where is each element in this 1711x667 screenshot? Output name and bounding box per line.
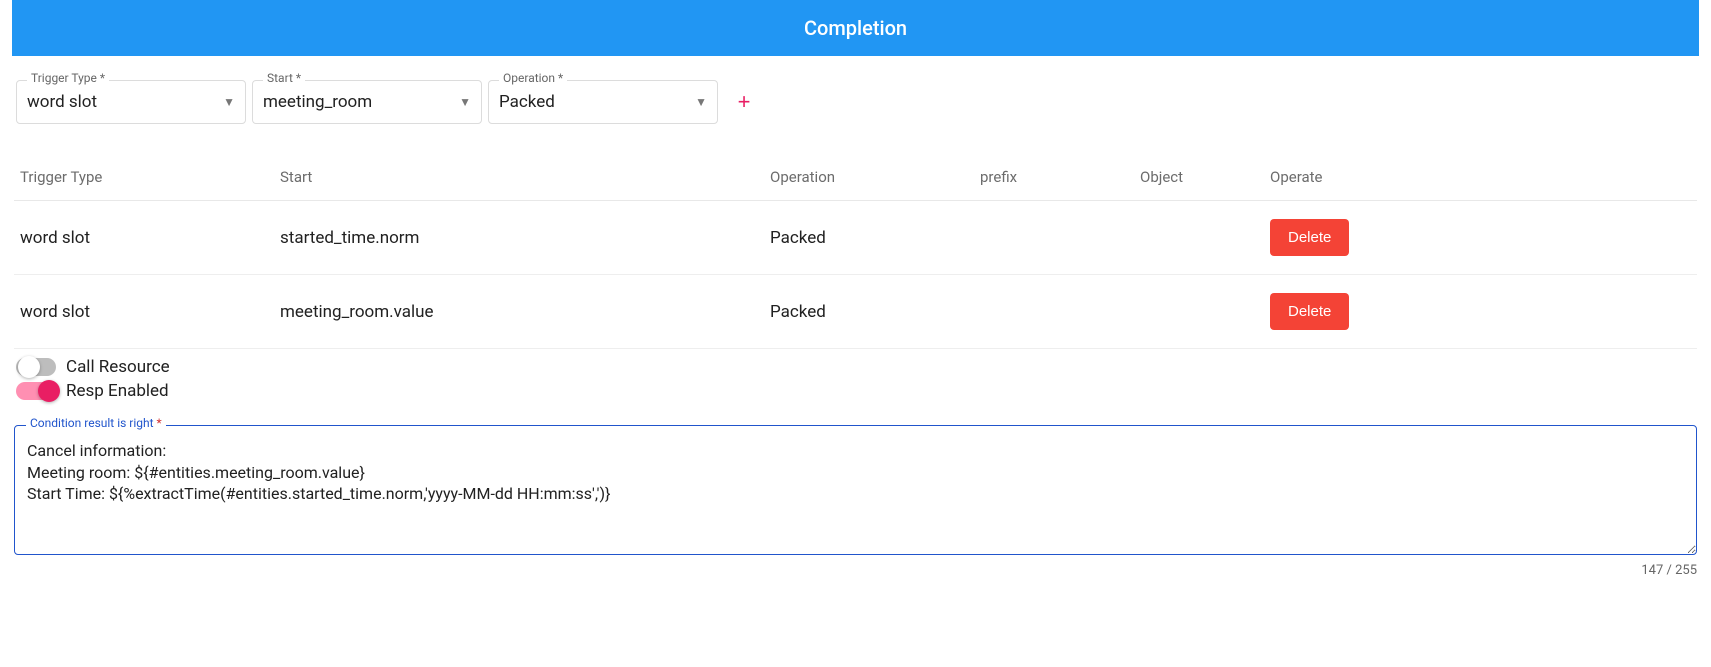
start-value: meeting_room bbox=[263, 92, 459, 112]
condition-result-textarea[interactable] bbox=[14, 425, 1697, 555]
trigger-type-value: word slot bbox=[27, 92, 223, 112]
condition-result-field: Condition result is right * 147 / 255 bbox=[14, 425, 1697, 578]
cell-object bbox=[1134, 201, 1264, 275]
cell-operation: Packed bbox=[764, 275, 974, 349]
operation-select[interactable]: Operation * Packed ▼ bbox=[488, 80, 718, 124]
cell-trigger-type: word slot bbox=[14, 201, 274, 275]
cell-prefix bbox=[974, 201, 1134, 275]
rules-table: Trigger Type Start Operation prefix Obje… bbox=[14, 158, 1697, 349]
call-resource-toggle[interactable] bbox=[16, 358, 56, 376]
operation-value: Packed bbox=[499, 92, 695, 112]
start-select[interactable]: Start * meeting_room ▼ bbox=[252, 80, 482, 124]
add-button[interactable]: + bbox=[724, 80, 764, 124]
chevron-down-icon: ▼ bbox=[223, 95, 235, 109]
chevron-down-icon: ▼ bbox=[459, 95, 471, 109]
cell-prefix bbox=[974, 275, 1134, 349]
filters-row: Trigger Type * word slot ▼ Start * meeti… bbox=[14, 80, 1697, 124]
call-resource-label: Call Resource bbox=[66, 357, 170, 377]
chevron-down-icon: ▼ bbox=[695, 95, 707, 109]
table-row: word slot meeting_room.value Packed Dele… bbox=[14, 275, 1697, 349]
cell-operate: Delete bbox=[1264, 201, 1697, 275]
th-operate: Operate bbox=[1264, 158, 1697, 201]
resp-enabled-toggle[interactable] bbox=[16, 382, 56, 400]
th-start: Start bbox=[274, 158, 764, 201]
cell-trigger-type: word slot bbox=[14, 275, 274, 349]
resp-enabled-label: Resp Enabled bbox=[66, 381, 169, 401]
th-trigger-type: Trigger Type bbox=[14, 158, 274, 201]
delete-button[interactable]: Delete bbox=[1270, 293, 1349, 330]
toggle-knob bbox=[38, 380, 60, 402]
trigger-type-select[interactable]: Trigger Type * word slot ▼ bbox=[16, 80, 246, 124]
cell-operate: Delete bbox=[1264, 275, 1697, 349]
condition-result-label: Condition result is right * bbox=[26, 416, 166, 430]
operation-label: Operation * bbox=[499, 71, 567, 85]
plus-icon: + bbox=[738, 89, 751, 115]
th-prefix: prefix bbox=[974, 158, 1134, 201]
page-title: Completion bbox=[12, 0, 1699, 56]
table-row: word slot started_time.norm Packed Delet… bbox=[14, 201, 1697, 275]
start-label: Start * bbox=[263, 71, 305, 85]
delete-button[interactable]: Delete bbox=[1270, 219, 1349, 256]
cell-start: started_time.norm bbox=[274, 201, 764, 275]
char-counter: 147 / 255 bbox=[14, 563, 1697, 578]
cell-start: meeting_room.value bbox=[274, 275, 764, 349]
trigger-type-label: Trigger Type * bbox=[27, 71, 109, 85]
cell-object bbox=[1134, 275, 1264, 349]
th-object: Object bbox=[1134, 158, 1264, 201]
toggles-section: Call Resource Resp Enabled bbox=[14, 357, 1697, 401]
th-operation: Operation bbox=[764, 158, 974, 201]
cell-operation: Packed bbox=[764, 201, 974, 275]
toggle-knob bbox=[18, 356, 40, 378]
